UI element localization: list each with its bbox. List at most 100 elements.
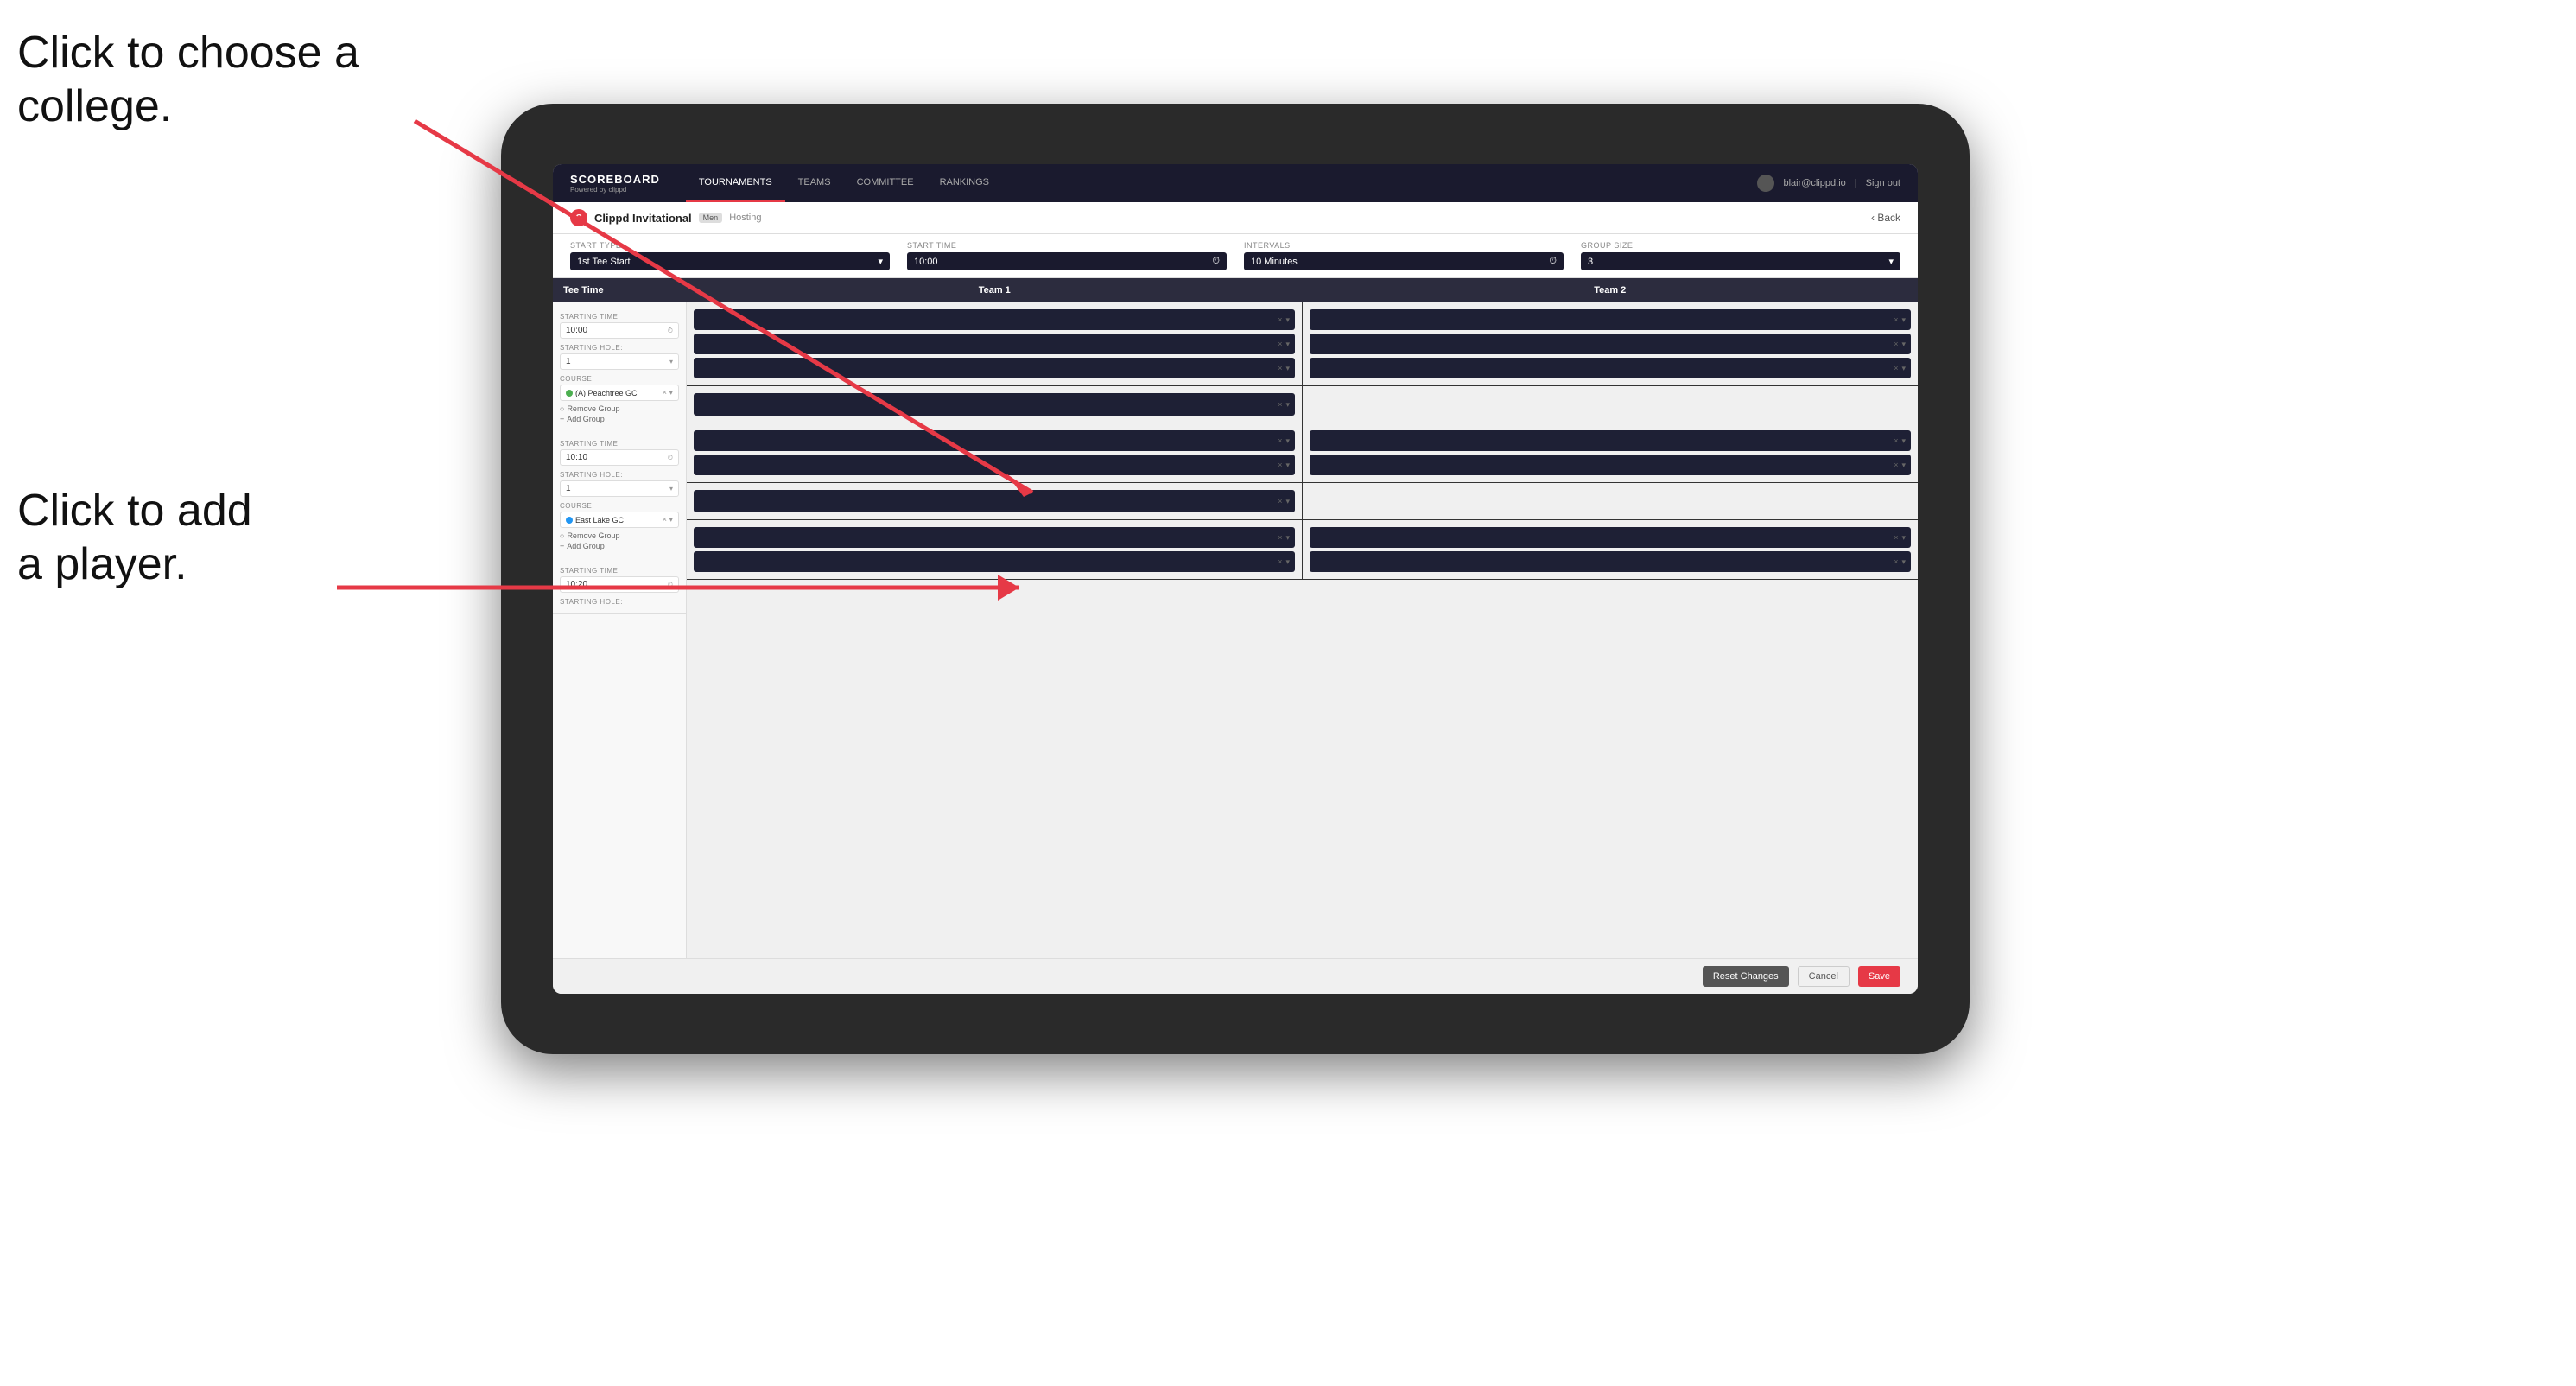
starting-hole-2[interactable]: 1 ▾ xyxy=(560,480,679,497)
annotation-top: Click to choose a college. xyxy=(17,26,359,134)
team1-group2-course: ×▾ xyxy=(687,483,1303,519)
player-slot-t2g2-2[interactable]: ×▾ xyxy=(1310,455,1911,475)
team2-group1-course xyxy=(1303,386,1918,423)
starting-time-1[interactable]: 10:00 ⏱ xyxy=(560,322,679,339)
start-time-select[interactable]: 10:00 ⏱ xyxy=(907,252,1227,270)
clippd-logo: C xyxy=(570,209,587,226)
group-2-teams: ×▾ ×▾ ×▾ ×▾ xyxy=(687,423,1918,483)
logo-subtitle: Powered by clippd xyxy=(570,186,660,194)
team2-group2: ×▾ ×▾ xyxy=(1303,423,1918,482)
player-slot-t2g2-1[interactable]: ×▾ xyxy=(1310,430,1911,451)
tournament-title: Clippd Invitational xyxy=(594,212,692,225)
label-starting-time-1: STARTING TIME: xyxy=(560,313,679,321)
player-slot-t1g1-3[interactable]: ×▾ xyxy=(694,358,1295,378)
start-time-label: Start Time xyxy=(907,241,1227,250)
team1-group2: ×▾ ×▾ xyxy=(687,423,1303,482)
nav-tab-tournaments[interactable]: TOURNAMENTS xyxy=(686,164,785,202)
player-slot-t2g1-2[interactable]: ×▾ xyxy=(1310,334,1911,354)
sub-header: C Clippd Invitational Men Hosting ‹ Back xyxy=(553,202,1918,234)
remove-group-1[interactable]: ○ Remove Group xyxy=(560,404,679,413)
start-type-group: Start Type 1st Tee Start ▾ xyxy=(570,241,890,270)
save-button[interactable]: Save xyxy=(1858,966,1900,987)
starting-time-2[interactable]: 10:10 ⏱ xyxy=(560,449,679,466)
sign-out-link[interactable]: Sign out xyxy=(1866,178,1900,188)
nav-tab-committee[interactable]: COMMITTEE xyxy=(844,164,927,202)
group-1-course-row: ×▾ xyxy=(687,386,1918,423)
app-header: SCOREBOARD Powered by clippd TOURNAMENTS… xyxy=(553,164,1918,202)
breadcrumb: C Clippd Invitational Men Hosting xyxy=(570,209,761,226)
team1-group3: ×▾ ×▾ xyxy=(687,520,1303,579)
course-tag-1[interactable]: (A) Peachtree GC × ▾ xyxy=(560,385,679,401)
group-actions-2: ○ Remove Group + Add Group xyxy=(560,531,679,550)
course-slot-t1-g2[interactable]: ×▾ xyxy=(694,490,1295,512)
label-starting-time-2: STARTING TIME: xyxy=(560,440,679,448)
add-group-2[interactable]: + Add Group xyxy=(560,542,679,550)
course-dot-2 xyxy=(566,517,573,524)
label-starting-hole-3: STARTING HOLE: xyxy=(560,598,679,606)
player-slot-t1g2-2[interactable]: ×▾ xyxy=(694,455,1295,475)
intervals-group: Intervals 10 Minutes ⏱ xyxy=(1244,241,1564,270)
group-3-teams: ×▾ ×▾ ×▾ ×▾ xyxy=(687,520,1918,580)
starting-hole-1[interactable]: 1 ▾ xyxy=(560,353,679,370)
player-slot-t2g1-3[interactable]: ×▾ xyxy=(1310,358,1911,378)
team2-group1: ×▾ ×▾ ×▾ xyxy=(1303,302,1918,385)
table-header: Tee Time Team 1 Team 2 xyxy=(553,278,1918,302)
group-size-select[interactable]: 3 ▾ xyxy=(1581,252,1900,270)
logo-title: SCOREBOARD xyxy=(570,173,660,186)
group-1: STARTING TIME: 10:00 ⏱ STARTING HOLE: 1 … xyxy=(553,302,686,429)
nav-tab-teams[interactable]: TEAMS xyxy=(785,164,844,202)
nav-tab-rankings[interactable]: RANKINGS xyxy=(927,164,1002,202)
player-slot-t1g1-2[interactable]: ×▾ xyxy=(694,334,1295,354)
teams-area: ×▾ ×▾ ×▾ ×▾ xyxy=(687,302,1918,958)
group-2-course-row: ×▾ xyxy=(687,483,1918,520)
label-course-1: COURSE: xyxy=(560,375,679,383)
intervals-label: Intervals xyxy=(1244,241,1564,250)
player-slot-t2g3-2[interactable]: ×▾ xyxy=(1310,551,1911,572)
label-starting-hole-2: STARTING HOLE: xyxy=(560,471,679,479)
team2-group3: ×▾ ×▾ xyxy=(1303,520,1918,579)
label-starting-hole-1: STARTING HOLE: xyxy=(560,344,679,352)
app-footer: Reset Changes Cancel Save xyxy=(553,958,1918,994)
user-email: blair@clippd.io xyxy=(1783,178,1845,188)
group-1-teams: ×▾ ×▾ ×▾ ×▾ xyxy=(687,302,1918,386)
tablet-device: SCOREBOARD Powered by clippd TOURNAMENTS… xyxy=(501,104,1970,1054)
group-actions-1: ○ Remove Group + Add Group xyxy=(560,404,679,423)
team1-group1: ×▾ ×▾ ×▾ xyxy=(687,302,1303,385)
start-type-select[interactable]: 1st Tee Start ▾ xyxy=(570,252,890,270)
schedule-area: STARTING TIME: 10:00 ⏱ STARTING HOLE: 1 … xyxy=(553,302,1918,958)
player-slot-t1g2-1[interactable]: ×▾ xyxy=(694,430,1295,451)
th-tee-time: Tee Time xyxy=(553,278,687,302)
team2-group2-empty xyxy=(1303,483,1918,519)
th-team1: Team 1 xyxy=(687,278,1303,302)
course-dot-1 xyxy=(566,390,573,397)
starting-time-3[interactable]: 10:20 ⏱ xyxy=(560,576,679,593)
gender-badge: Men xyxy=(699,213,723,223)
intervals-select[interactable]: 10 Minutes ⏱ xyxy=(1244,252,1564,270)
player-slot-t1g3-1[interactable]: ×▾ xyxy=(694,527,1295,548)
hosting-label: Hosting xyxy=(729,213,761,223)
user-avatar xyxy=(1757,175,1774,192)
reset-button[interactable]: Reset Changes xyxy=(1703,966,1789,987)
team1-group1-course: ×▾ xyxy=(687,386,1303,423)
course-slot-t1[interactable]: ×▾ xyxy=(694,393,1295,416)
player-slot-t1g3-2[interactable]: ×▾ xyxy=(694,551,1295,572)
group-2: STARTING TIME: 10:10 ⏱ STARTING HOLE: 1 … xyxy=(553,429,686,556)
nav-tabs: TOURNAMENTS TEAMS COMMITTEE RANKINGS xyxy=(686,164,1758,202)
tablet-screen: SCOREBOARD Powered by clippd TOURNAMENTS… xyxy=(553,164,1918,994)
label-course-2: COURSE: xyxy=(560,502,679,510)
header-right: blair@clippd.io | Sign out xyxy=(1757,175,1900,192)
annotation-bottom: Click to add a player. xyxy=(17,484,252,592)
group-3: STARTING TIME: 10:20 ⏱ STARTING HOLE: xyxy=(553,556,686,614)
player-slot-t2g1-1[interactable]: ×▾ xyxy=(1310,309,1911,330)
back-button[interactable]: ‹ Back xyxy=(1871,212,1900,224)
remove-group-2[interactable]: ○ Remove Group xyxy=(560,531,679,540)
add-group-1[interactable]: + Add Group xyxy=(560,415,679,423)
group-size-group: Group Size 3 ▾ xyxy=(1581,241,1900,270)
player-slot-t2g3-1[interactable]: ×▾ xyxy=(1310,527,1911,548)
left-panel: STARTING TIME: 10:00 ⏱ STARTING HOLE: 1 … xyxy=(553,302,687,958)
player-slot-t1g1-1[interactable]: ×▾ xyxy=(694,309,1295,330)
start-time-group: Start Time 10:00 ⏱ xyxy=(907,241,1227,270)
course-tag-2[interactable]: East Lake GC × ▾ xyxy=(560,512,679,528)
th-team2: Team 2 xyxy=(1303,278,1919,302)
cancel-button[interactable]: Cancel xyxy=(1798,966,1850,987)
